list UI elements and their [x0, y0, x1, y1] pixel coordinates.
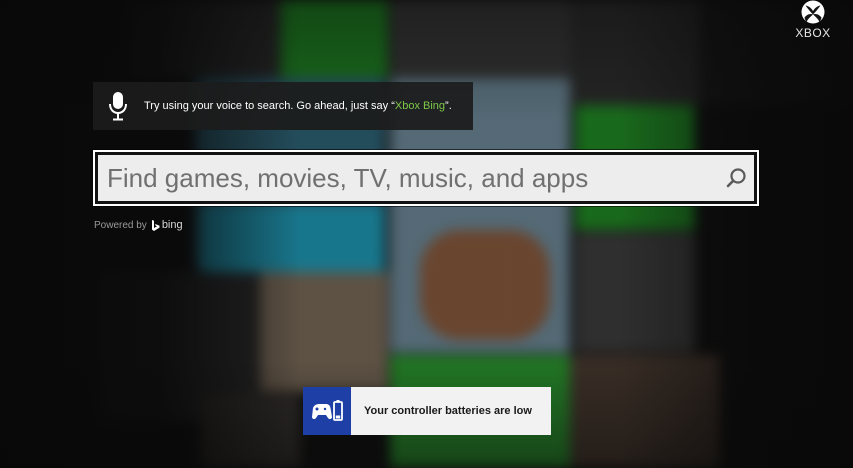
voice-tip-highlight: Xbox Bing [394, 100, 446, 112]
search-field-container [98, 155, 754, 201]
voice-tip-prefix: Try using your voice to search. Go ahead… [144, 100, 395, 112]
microphone-icon [108, 91, 128, 121]
controller-battery-low-icon [312, 400, 343, 421]
bing-logo-icon [151, 219, 160, 231]
xbox-wordmark: XBOX [795, 26, 831, 40]
toast-icon-panel [303, 387, 351, 435]
search-button[interactable] [718, 156, 754, 200]
search-box[interactable] [92, 149, 760, 207]
bing-brand: bing [151, 219, 183, 231]
powered-by-label: Powered by [94, 219, 147, 231]
xbox-sphere-icon [801, 0, 825, 24]
search-input[interactable] [98, 155, 718, 201]
voice-tip-suffix: ”. [445, 100, 452, 112]
powered-by-bing: Powered by bing [94, 219, 183, 231]
notification-text: Your controller batteries are low [364, 405, 532, 417]
voice-tip-text: Try using your voice to search. Go ahead… [144, 100, 452, 112]
notification-toast[interactable]: Your controller batteries are low [303, 387, 551, 435]
bing-wordmark: bing [161, 219, 183, 231]
xbox-logo: XBOX [794, 0, 832, 40]
voice-search-tip: Try using your voice to search. Go ahead… [93, 82, 473, 130]
search-icon [726, 168, 746, 188]
